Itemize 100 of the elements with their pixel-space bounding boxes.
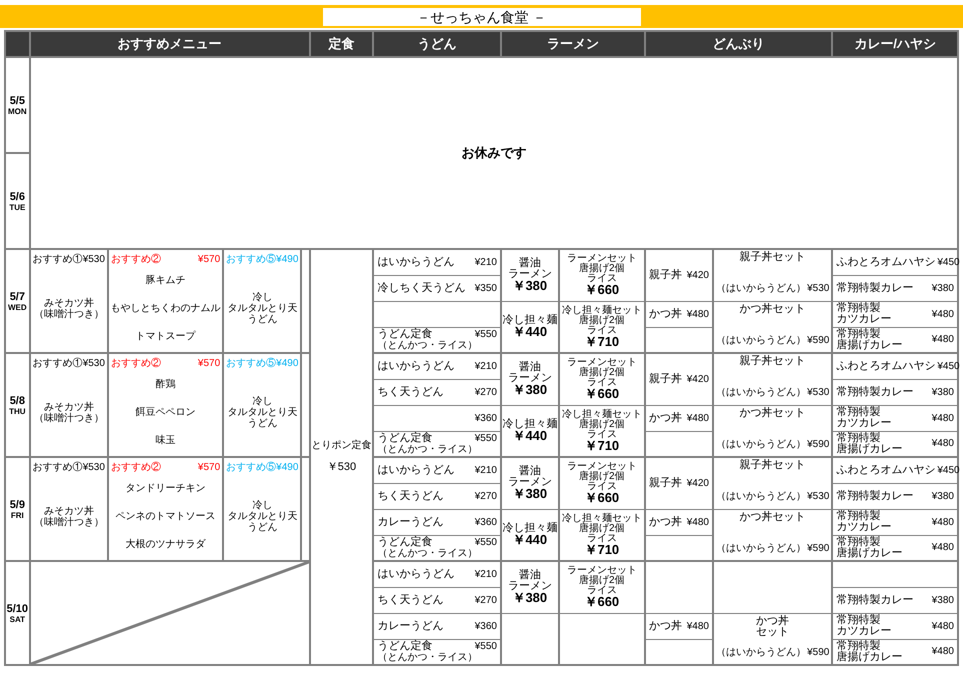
price-text: ¥480 bbox=[932, 437, 954, 452]
dish-note: （はいからうどん） bbox=[716, 386, 806, 400]
column-header: ラーメン bbox=[500, 31, 646, 57]
date-text: 5/5 bbox=[10, 94, 25, 106]
special-price: ¥530 bbox=[82, 357, 105, 371]
dish-note: （はいからうどん） bbox=[716, 490, 806, 504]
dish-name: 親子丼セット bbox=[740, 356, 806, 367]
date-text: 5/7 bbox=[10, 290, 25, 302]
column-header: どんぶり bbox=[645, 31, 832, 57]
price-text: ¥590 bbox=[807, 646, 830, 660]
dish-name: 親子丼 bbox=[649, 478, 682, 489]
set-meal-name: とりポン定食 bbox=[311, 438, 372, 454]
price-text: ￥380 bbox=[512, 384, 548, 396]
price-text: ¥590 bbox=[807, 334, 830, 348]
set-meal-price: ￥530 bbox=[326, 460, 356, 476]
price-text: ¥480 bbox=[932, 541, 954, 556]
price-text: ￥380 bbox=[512, 280, 548, 292]
special-title: おすすめ① bbox=[32, 356, 83, 371]
dish-note: （はいからうどん） bbox=[716, 334, 806, 348]
price-text: ￥710 bbox=[584, 336, 620, 348]
special-title: おすすめ① bbox=[32, 252, 83, 267]
dish-name: 冷し担々麺セット 唐揚げ2個 ライス bbox=[562, 514, 642, 544]
price-text: ¥210 bbox=[474, 360, 497, 374]
dish-name: 冷し担々麺セット 唐揚げ2個 ライス bbox=[562, 410, 642, 440]
dish-name: 常翔特製 唐揚げカレー bbox=[836, 536, 902, 559]
special-title: おすすめ② bbox=[110, 356, 161, 371]
price-text: ¥480 bbox=[932, 645, 954, 660]
dish-name: 醤油 ラーメン bbox=[508, 570, 552, 592]
date-text: 5/6 bbox=[10, 190, 25, 202]
weekday-text: THU bbox=[9, 406, 26, 416]
dish-note: （はいからうどん） bbox=[716, 646, 806, 660]
dish-name: 常翔特製 唐揚げカレー bbox=[836, 328, 902, 351]
price-text: ￥440 bbox=[512, 534, 548, 546]
price-text: ¥480 bbox=[932, 333, 954, 348]
dish-name: 醤油 ラーメン bbox=[508, 362, 552, 384]
dish-name: はいからうどん bbox=[377, 256, 454, 268]
price-text: ¥480 bbox=[686, 516, 709, 530]
special-price: ¥570 bbox=[198, 253, 220, 267]
price-text: ¥550 bbox=[474, 328, 497, 340]
dish-name: かつ丼 bbox=[649, 620, 682, 632]
special-price: ¥490 bbox=[276, 253, 298, 267]
dish-name: 常翔特製 カツカレー bbox=[836, 407, 892, 429]
dish-name: はいからうどん bbox=[377, 464, 454, 476]
dish-name: 醤油 ラーメン bbox=[508, 258, 552, 280]
dish-note: （はいからうどん） bbox=[716, 282, 806, 296]
dish-name: ペンネのトマトソース bbox=[116, 510, 216, 524]
dish-name: 常翔特製カレー bbox=[836, 490, 914, 502]
price-text: ¥590 bbox=[807, 542, 830, 556]
price-text: ￥710 bbox=[584, 440, 620, 452]
weekday-text: WED bbox=[8, 302, 27, 312]
dish-name: 冷しちく天うどん bbox=[377, 282, 466, 294]
price-text: ¥360 bbox=[474, 516, 497, 530]
dish-name: はいからうどん bbox=[377, 568, 454, 580]
dish-name: 冷し タルタルとり天 うどん bbox=[227, 396, 298, 429]
price-text: ￥710 bbox=[584, 544, 620, 556]
dish-name: かつ丼 bbox=[649, 516, 682, 528]
dish-name: 常翔特製 唐揚げカレー bbox=[836, 432, 902, 455]
price-text: ¥480 bbox=[686, 308, 709, 322]
special-price: ¥530 bbox=[82, 253, 105, 267]
price-text: ¥550 bbox=[474, 640, 497, 652]
price-text: ¥270 bbox=[474, 594, 497, 608]
date-text: 5/9 bbox=[10, 498, 25, 510]
price-text: ¥350 bbox=[474, 282, 497, 296]
price-text: ¥380 bbox=[932, 490, 954, 504]
dish-name: みそカツ丼 bbox=[44, 506, 94, 516]
dish-name: 餌豆ペペロン bbox=[136, 406, 196, 420]
dish-name: 酢鶏 bbox=[156, 378, 176, 392]
dish-note: （とんかつ・ライス） bbox=[377, 340, 478, 351]
price-text: ¥210 bbox=[474, 568, 497, 582]
special-price: ¥530 bbox=[82, 461, 105, 475]
price-text: ￥380 bbox=[512, 592, 548, 604]
dish-note: （味噌汁つき） bbox=[34, 308, 104, 320]
dish-name: 冷し担々麺セット 唐揚げ2個 ライス bbox=[562, 306, 642, 336]
price-text: ￥660 bbox=[584, 388, 620, 400]
column-header: うどん bbox=[373, 31, 501, 57]
dish-name: もやしとちくわのナムル bbox=[110, 302, 221, 316]
dish-name: はいからうどん bbox=[377, 360, 454, 372]
special-title: おすすめ② bbox=[110, 252, 161, 267]
dish-name: 醤油 ラーメン bbox=[508, 466, 552, 488]
price-text: ¥590 bbox=[807, 438, 830, 452]
price-text: ¥530 bbox=[807, 490, 830, 504]
price-text: ¥480 bbox=[932, 516, 954, 530]
price-text: ￥440 bbox=[512, 326, 548, 338]
dish-name: 親子丼 bbox=[649, 270, 682, 281]
dish-name: うどん定食 bbox=[377, 536, 432, 548]
dish-name: ちく天うどん bbox=[377, 386, 444, 398]
price-text: ¥360 bbox=[474, 412, 497, 426]
price-text: ¥210 bbox=[474, 256, 497, 270]
price-text: ¥480 bbox=[932, 412, 954, 426]
price-text: ¥270 bbox=[474, 490, 497, 504]
dish-name: ラーメンセット 唐揚げ2個 ライス bbox=[566, 254, 637, 284]
special-title: おすすめ② bbox=[110, 460, 161, 475]
dish-name: 常翔特製 カツカレー bbox=[836, 511, 892, 533]
dish-name: 味玉 bbox=[156, 434, 176, 448]
price-text: ¥480 bbox=[686, 620, 709, 634]
title-banner: －せっちゃん食堂 － bbox=[322, 8, 640, 26]
dish-name: みそカツ丼 bbox=[44, 298, 94, 308]
dish-note: （味噌汁つき） bbox=[34, 516, 104, 528]
dish-note: （とんかつ・ライス） bbox=[377, 444, 478, 455]
weekday-text: SAT bbox=[10, 614, 26, 624]
